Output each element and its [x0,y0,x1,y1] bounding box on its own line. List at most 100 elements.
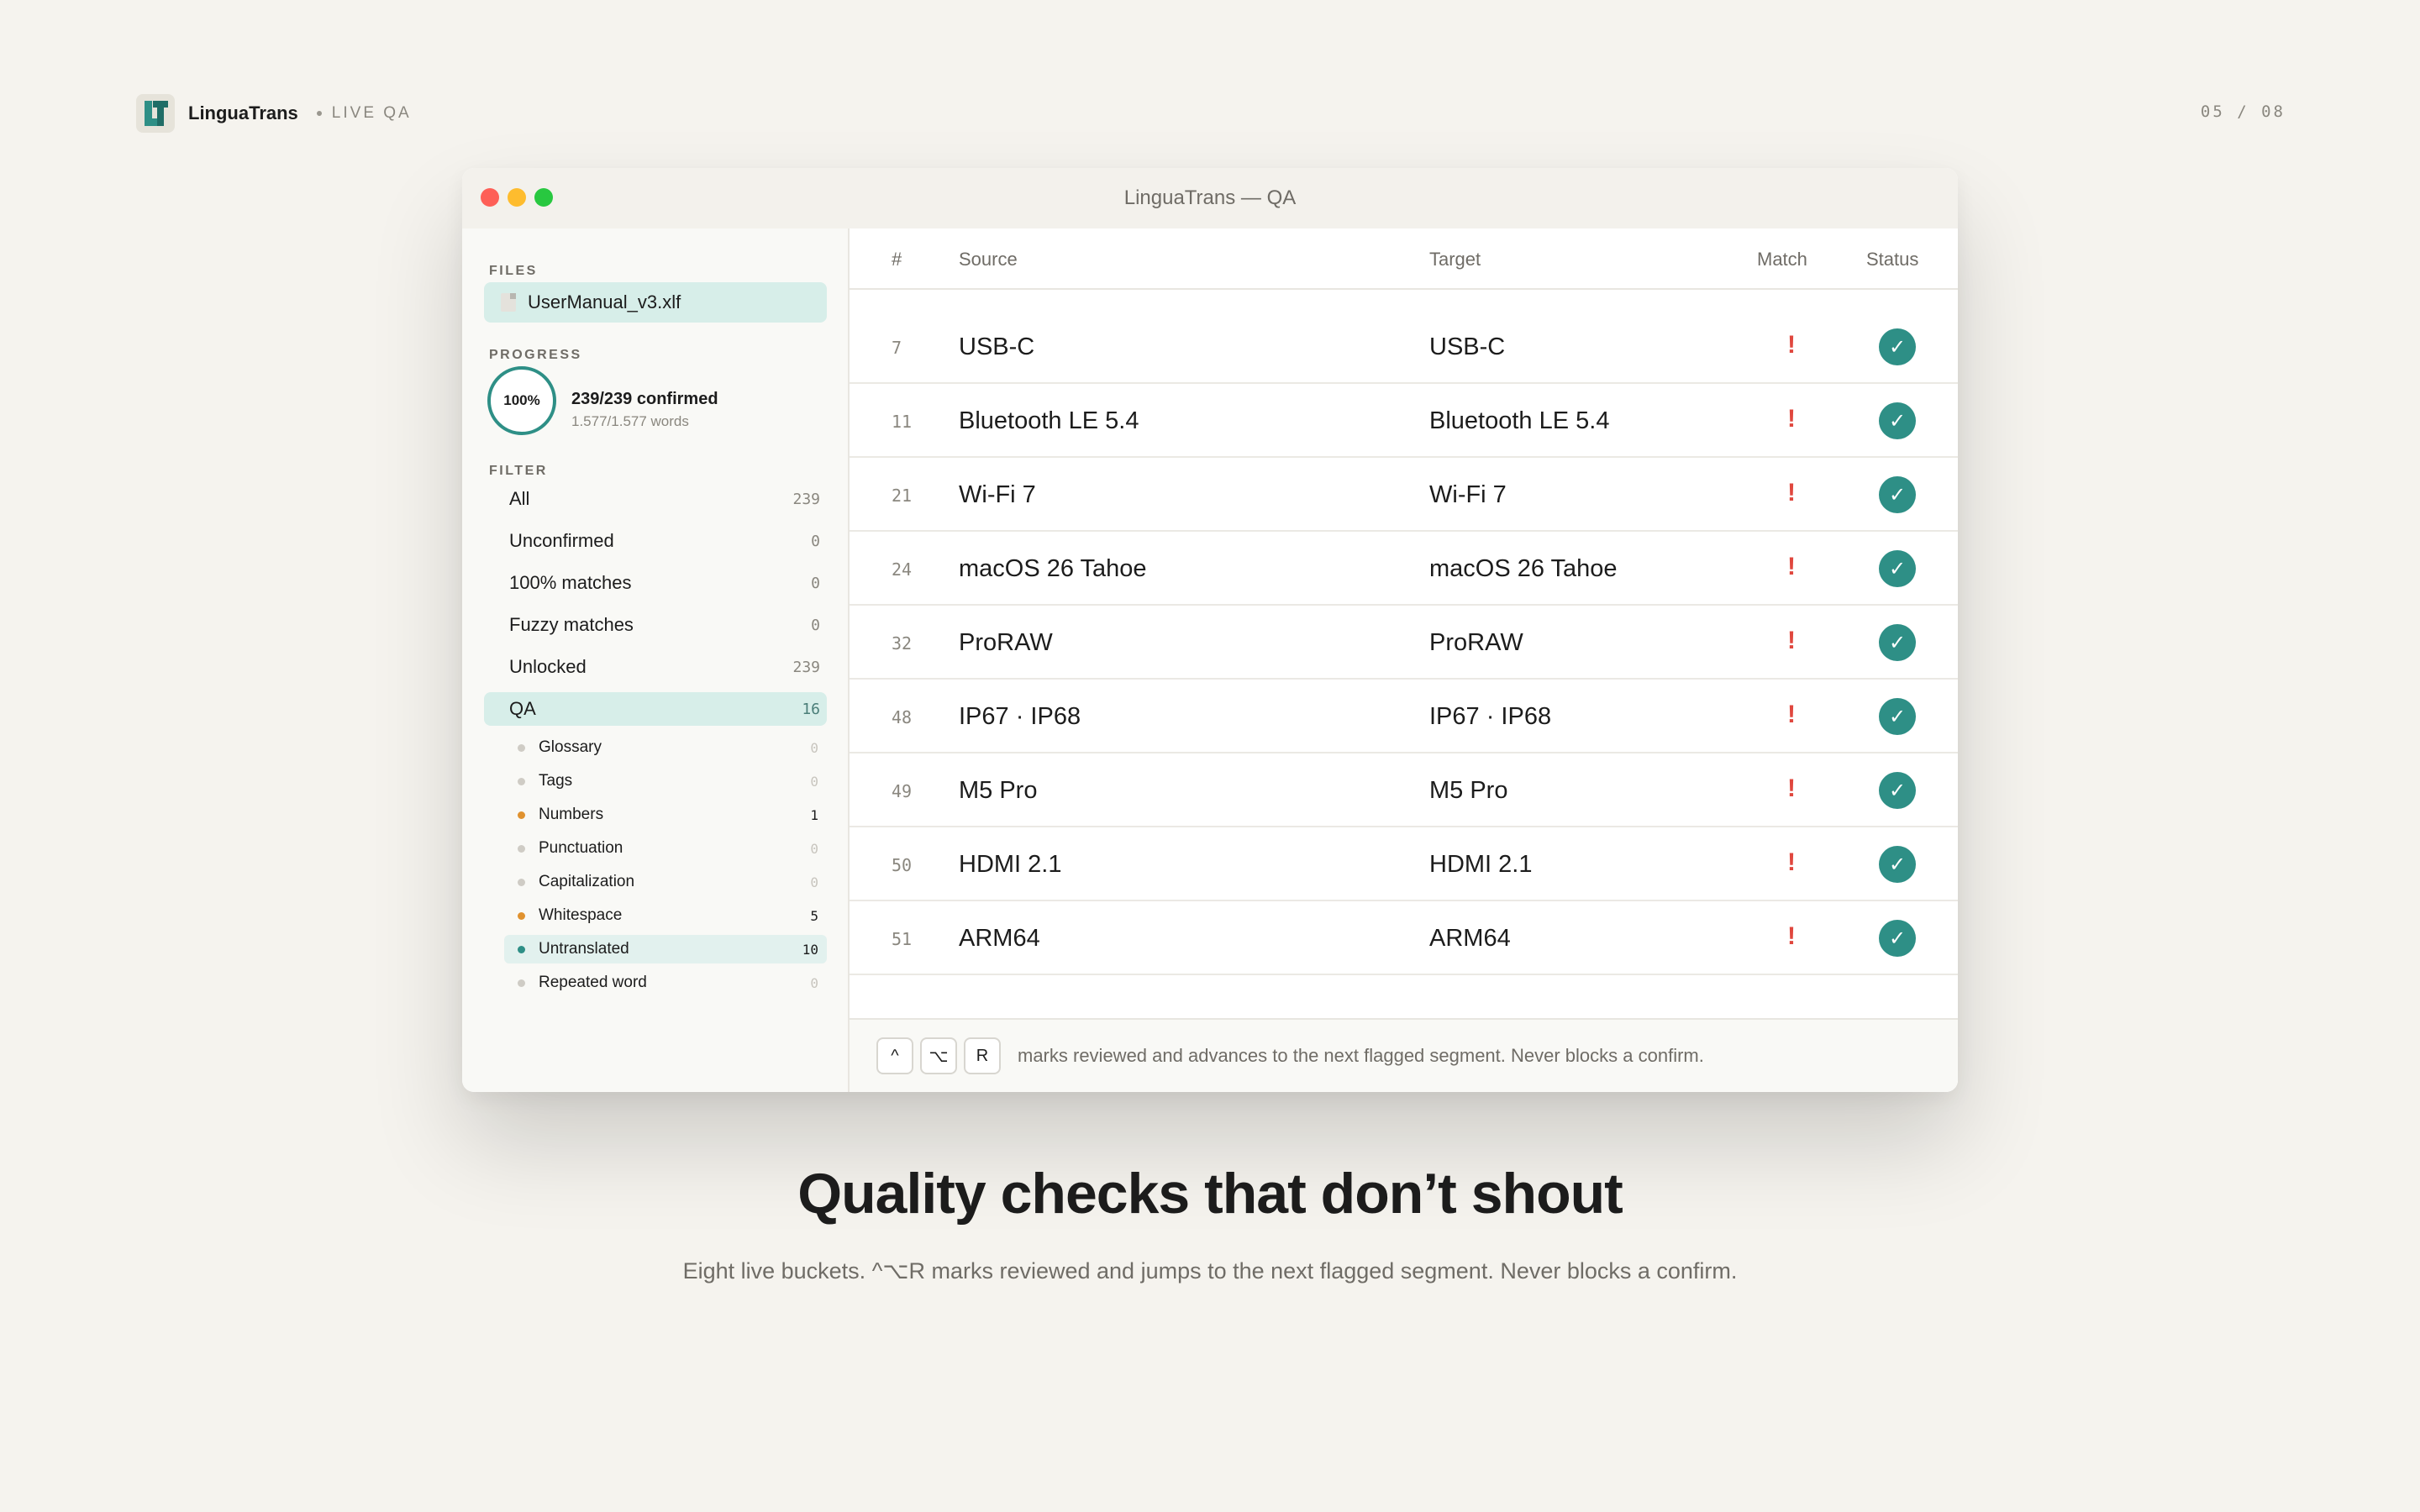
filter-unlocked[interactable]: Unlocked 239 [484,650,827,684]
source-text: USB-C [959,333,1035,360]
bucket-dot-icon [518,945,525,953]
bucket-dot-icon [518,743,525,752]
table-header: # Source Target Match Status [850,228,1958,290]
segment-number: 49 [892,781,913,801]
filter-qa[interactable]: QA 16 [484,692,827,726]
brand-header: LinguaTrans LIVE QA [136,92,412,134]
qa-bucket-tags[interactable]: Tags 0 [504,767,827,795]
minimize-window-button[interactable] [508,188,526,207]
confirmed-check-icon[interactable]: ✓ [1879,698,1916,735]
bucket-label: Capitalization [539,873,635,890]
bucket-label: Untranslated [539,940,629,958]
qa-bucket-untranslated[interactable]: Untranslated 10 [504,935,827,963]
window-controls [481,188,553,207]
segment-number: 51 [892,929,913,949]
sidebar: FILES UserManual_v3.xlf PROGRESS 100% 23… [462,228,850,1092]
confirmed-check-icon[interactable]: ✓ [1879,846,1916,883]
table-row[interactable]: 32 ProRAW ProRAW ! ✓ [850,606,1958,680]
confirmed-check-icon[interactable]: ✓ [1879,550,1916,587]
bucket-dot-icon [518,979,525,987]
brand-subtitle: LIVE QA [331,104,412,122]
bucket-dot-icon [518,811,525,819]
match-warning-icon: ! [1787,405,1796,433]
confirmed-check-icon[interactable]: ✓ [1879,624,1916,661]
bucket-count: 0 [810,773,818,790]
segment-number: 48 [892,707,913,727]
header-target: Target [1429,249,1481,270]
bucket-count: 0 [810,974,818,991]
filter-label: All [509,488,530,509]
window-title: LinguaTrans — QA [1123,186,1297,209]
target-text: Wi-Fi 7 [1429,481,1507,508]
qa-bucket-numbers[interactable]: Numbers 1 [504,801,827,829]
header-num: # [892,249,902,270]
filter-all[interactable]: All 239 [484,482,827,516]
filter-count: 0 [811,532,820,550]
filter-fuzzy-matches[interactable]: Fuzzy matches 0 [484,608,827,642]
separator-dot [316,111,322,116]
target-text: Bluetooth LE 5.4 [1429,407,1610,434]
confirmed-check-icon[interactable]: ✓ [1879,402,1916,439]
qa-bucket-repeated-word[interactable]: Repeated word 0 [504,969,827,997]
qa-bucket-glossary[interactable]: Glossary 0 [504,733,827,762]
table-row[interactable]: 21 Wi-Fi 7 Wi-Fi 7 ! ✓ [850,458,1958,532]
filter-label: Fuzzy matches [509,614,634,635]
segment-number: 32 [892,633,913,654]
header-source: Source [959,249,1018,270]
slide-subline: Eight live buckets. ^⌥R marks reviewed a… [682,1258,1738,1284]
bucket-dot-icon [518,911,525,920]
close-window-button[interactable] [481,188,499,207]
qa-bucket-capitalization[interactable]: Capitalization 0 [504,868,827,896]
source-text: ARM64 [959,925,1040,952]
table-row[interactable]: 50 HDMI 2.1 HDMI 2.1 ! ✓ [850,827,1958,901]
match-warning-icon: ! [1787,922,1796,950]
table-row[interactable]: 11 Bluetooth LE 5.4 Bluetooth LE 5.4 ! ✓ [850,384,1958,458]
bucket-dot-icon [518,878,525,886]
bucket-label: Tags [539,772,573,790]
match-warning-icon: ! [1787,553,1796,580]
table-row[interactable]: 7 USB-C USB-C ! ✓ [850,310,1958,384]
r-key-icon: R [964,1037,1001,1074]
table-row[interactable]: 48 IP67 · IP68 IP67 · IP68 ! ✓ [850,680,1958,753]
app-window: LinguaTrans — QA FILES UserManual_v3.xlf… [462,168,1958,1092]
table-row[interactable]: 51 ARM64 ARM64 ! ✓ [850,901,1958,975]
table-row[interactable]: 24 macOS 26 Tahoe macOS 26 Tahoe ! ✓ [850,532,1958,606]
confirmed-check-icon[interactable]: ✓ [1879,772,1916,809]
progress-words: 1.577/1.577 words [571,413,689,429]
qa-bucket-whitespace[interactable]: Whitespace 5 [504,901,827,930]
filter-label: 100% matches [509,572,632,593]
filter-label: Unconfirmed [509,530,614,551]
slide-headline: Quality checks that don’t shout [797,1162,1623,1226]
filter-100-matches[interactable]: 100% matches 0 [484,566,827,600]
filter-count: 0 [811,574,820,592]
confirmed-check-icon[interactable]: ✓ [1879,920,1916,957]
filter-label: QA [509,698,536,719]
segment-table: # Source Target Match Status 7 USB-C USB… [850,228,1958,1092]
source-text: macOS 26 Tahoe [959,555,1147,582]
match-warning-icon: ! [1787,479,1796,507]
bucket-count: 0 [810,874,818,890]
bucket-count: 1 [810,806,818,823]
filter-count: 0 [811,616,820,634]
source-text: IP67 · IP68 [959,703,1081,730]
target-text: USB-C [1429,333,1506,360]
segment-number: 50 [892,855,913,875]
brand-name: LinguaTrans [188,102,298,123]
source-text: Wi-Fi 7 [959,481,1036,508]
confirmed-check-icon[interactable]: ✓ [1879,328,1916,365]
shortcut-hint-bar: ^ ⌥ R marks reviewed and advances to the… [850,1018,1958,1092]
match-warning-icon: ! [1787,848,1796,876]
file-item-usermanual[interactable]: UserManual_v3.xlf [484,282,827,323]
filter-unconfirmed[interactable]: Unconfirmed 0 [484,524,827,558]
filter-section-label: FILTER [489,464,548,478]
header-status: Status [1866,249,1919,270]
target-text: macOS 26 Tahoe [1429,555,1618,582]
zoom-window-button[interactable] [534,188,553,207]
qa-bucket-punctuation[interactable]: Punctuation 0 [504,834,827,863]
segment-number: 11 [892,412,913,432]
bucket-dot-icon [518,844,525,853]
table-row[interactable]: 49 M5 Pro M5 Pro ! ✓ [850,753,1958,827]
confirmed-check-icon[interactable]: ✓ [1879,476,1916,513]
progress-confirmed: 239/239 confirmed [571,390,718,408]
option-key-icon: ⌥ [920,1037,957,1074]
